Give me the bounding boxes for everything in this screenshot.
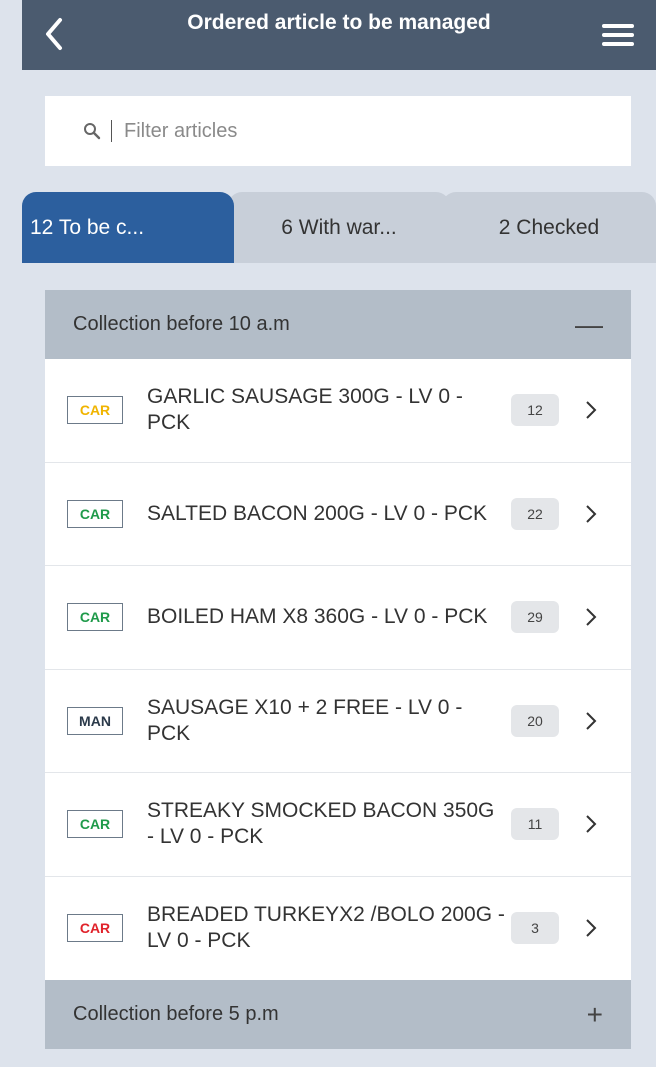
section-header-5pm[interactable]: Collection before 5 p.m + bbox=[45, 980, 631, 1049]
list-item[interactable]: MAN SAUSAGE X10 + 2 FREE - LV 0 - PCK 20 bbox=[45, 670, 631, 773]
count-badge: 3 bbox=[511, 912, 559, 945]
tab-checked[interactable]: 2 Checked bbox=[442, 192, 656, 263]
chevron-right-icon bbox=[585, 504, 597, 524]
count-badge: 11 bbox=[511, 808, 559, 841]
count-badge: 20 bbox=[511, 704, 559, 737]
article-name: GARLIC SAUSAGE 300G - LV 0 - PCK bbox=[147, 385, 463, 435]
menu-button[interactable] bbox=[598, 18, 638, 52]
list-item[interactable]: CAR SALTED BACON 200G - LV 0 - PCK 22 bbox=[45, 463, 631, 566]
count-badge: 22 bbox=[511, 497, 559, 530]
tab-to-be-checked[interactable]: 12 To be c... bbox=[22, 192, 234, 263]
chevron-right-icon bbox=[585, 400, 597, 420]
back-button[interactable] bbox=[34, 14, 74, 54]
search-icon bbox=[83, 122, 101, 140]
status-badge: CAR bbox=[67, 914, 123, 943]
article-name: SALTED BACON 200G - LV 0 - PCK bbox=[147, 501, 487, 525]
article-name: BREADED TURKEYX2 /BOLO 200G - LV 0 - PCK bbox=[147, 903, 505, 953]
expand-toggle[interactable]: + bbox=[587, 1000, 603, 1029]
list-item[interactable]: CAR BREADED TURKEYX2 /BOLO 200G - LV 0 -… bbox=[45, 877, 631, 981]
tab-bar: 2 Checked 6 With war... 12 To be c... bbox=[22, 192, 656, 263]
page-title: Ordered article to be managed bbox=[187, 11, 491, 34]
chevron-right-icon bbox=[585, 711, 597, 731]
chevron-right-icon bbox=[585, 607, 597, 627]
status-badge: CAR bbox=[67, 810, 123, 839]
chevron-left-icon bbox=[46, 18, 62, 50]
status-badge: MAN bbox=[67, 706, 123, 735]
tab-with-warnings[interactable]: 6 With war... bbox=[228, 192, 450, 263]
collapse-toggle[interactable]: — bbox=[575, 310, 603, 339]
search-bar[interactable] bbox=[45, 96, 631, 166]
status-badge: CAR bbox=[67, 499, 123, 528]
status-badge: CAR bbox=[67, 396, 123, 425]
section-title: Collection before 5 p.m bbox=[73, 1003, 279, 1025]
chevron-right-icon bbox=[585, 814, 597, 834]
count-badge: 12 bbox=[511, 394, 559, 427]
section-header-10am[interactable]: Collection before 10 a.m — bbox=[45, 290, 631, 359]
list-item[interactable]: CAR STREAKY SMOCKED BACON 350G - LV 0 - … bbox=[45, 773, 631, 877]
status-badge: CAR bbox=[67, 603, 123, 632]
count-badge: 29 bbox=[511, 601, 559, 634]
app-header: Ordered article to be managed bbox=[22, 0, 656, 70]
article-list: CAR GARLIC SAUSAGE 300G - LV 0 - PCK 12 … bbox=[45, 359, 631, 980]
list-item[interactable]: CAR GARLIC SAUSAGE 300G - LV 0 - PCK 12 bbox=[45, 359, 631, 463]
section-title: Collection before 10 a.m bbox=[73, 313, 290, 335]
hamburger-menu-icon bbox=[602, 24, 634, 46]
article-name: STREAKY SMOCKED BACON 350G - LV 0 - PCK bbox=[147, 799, 495, 849]
list-item[interactable]: CAR BOILED HAM X8 360G - LV 0 - PCK 29 bbox=[45, 566, 631, 670]
article-name: SAUSAGE X10 + 2 FREE - LV 0 - PCK bbox=[147, 695, 463, 745]
article-name: BOILED HAM X8 360G - LV 0 - PCK bbox=[147, 605, 488, 629]
search-separator bbox=[111, 120, 112, 142]
chevron-right-icon bbox=[585, 918, 597, 938]
search-input[interactable] bbox=[124, 119, 544, 143]
